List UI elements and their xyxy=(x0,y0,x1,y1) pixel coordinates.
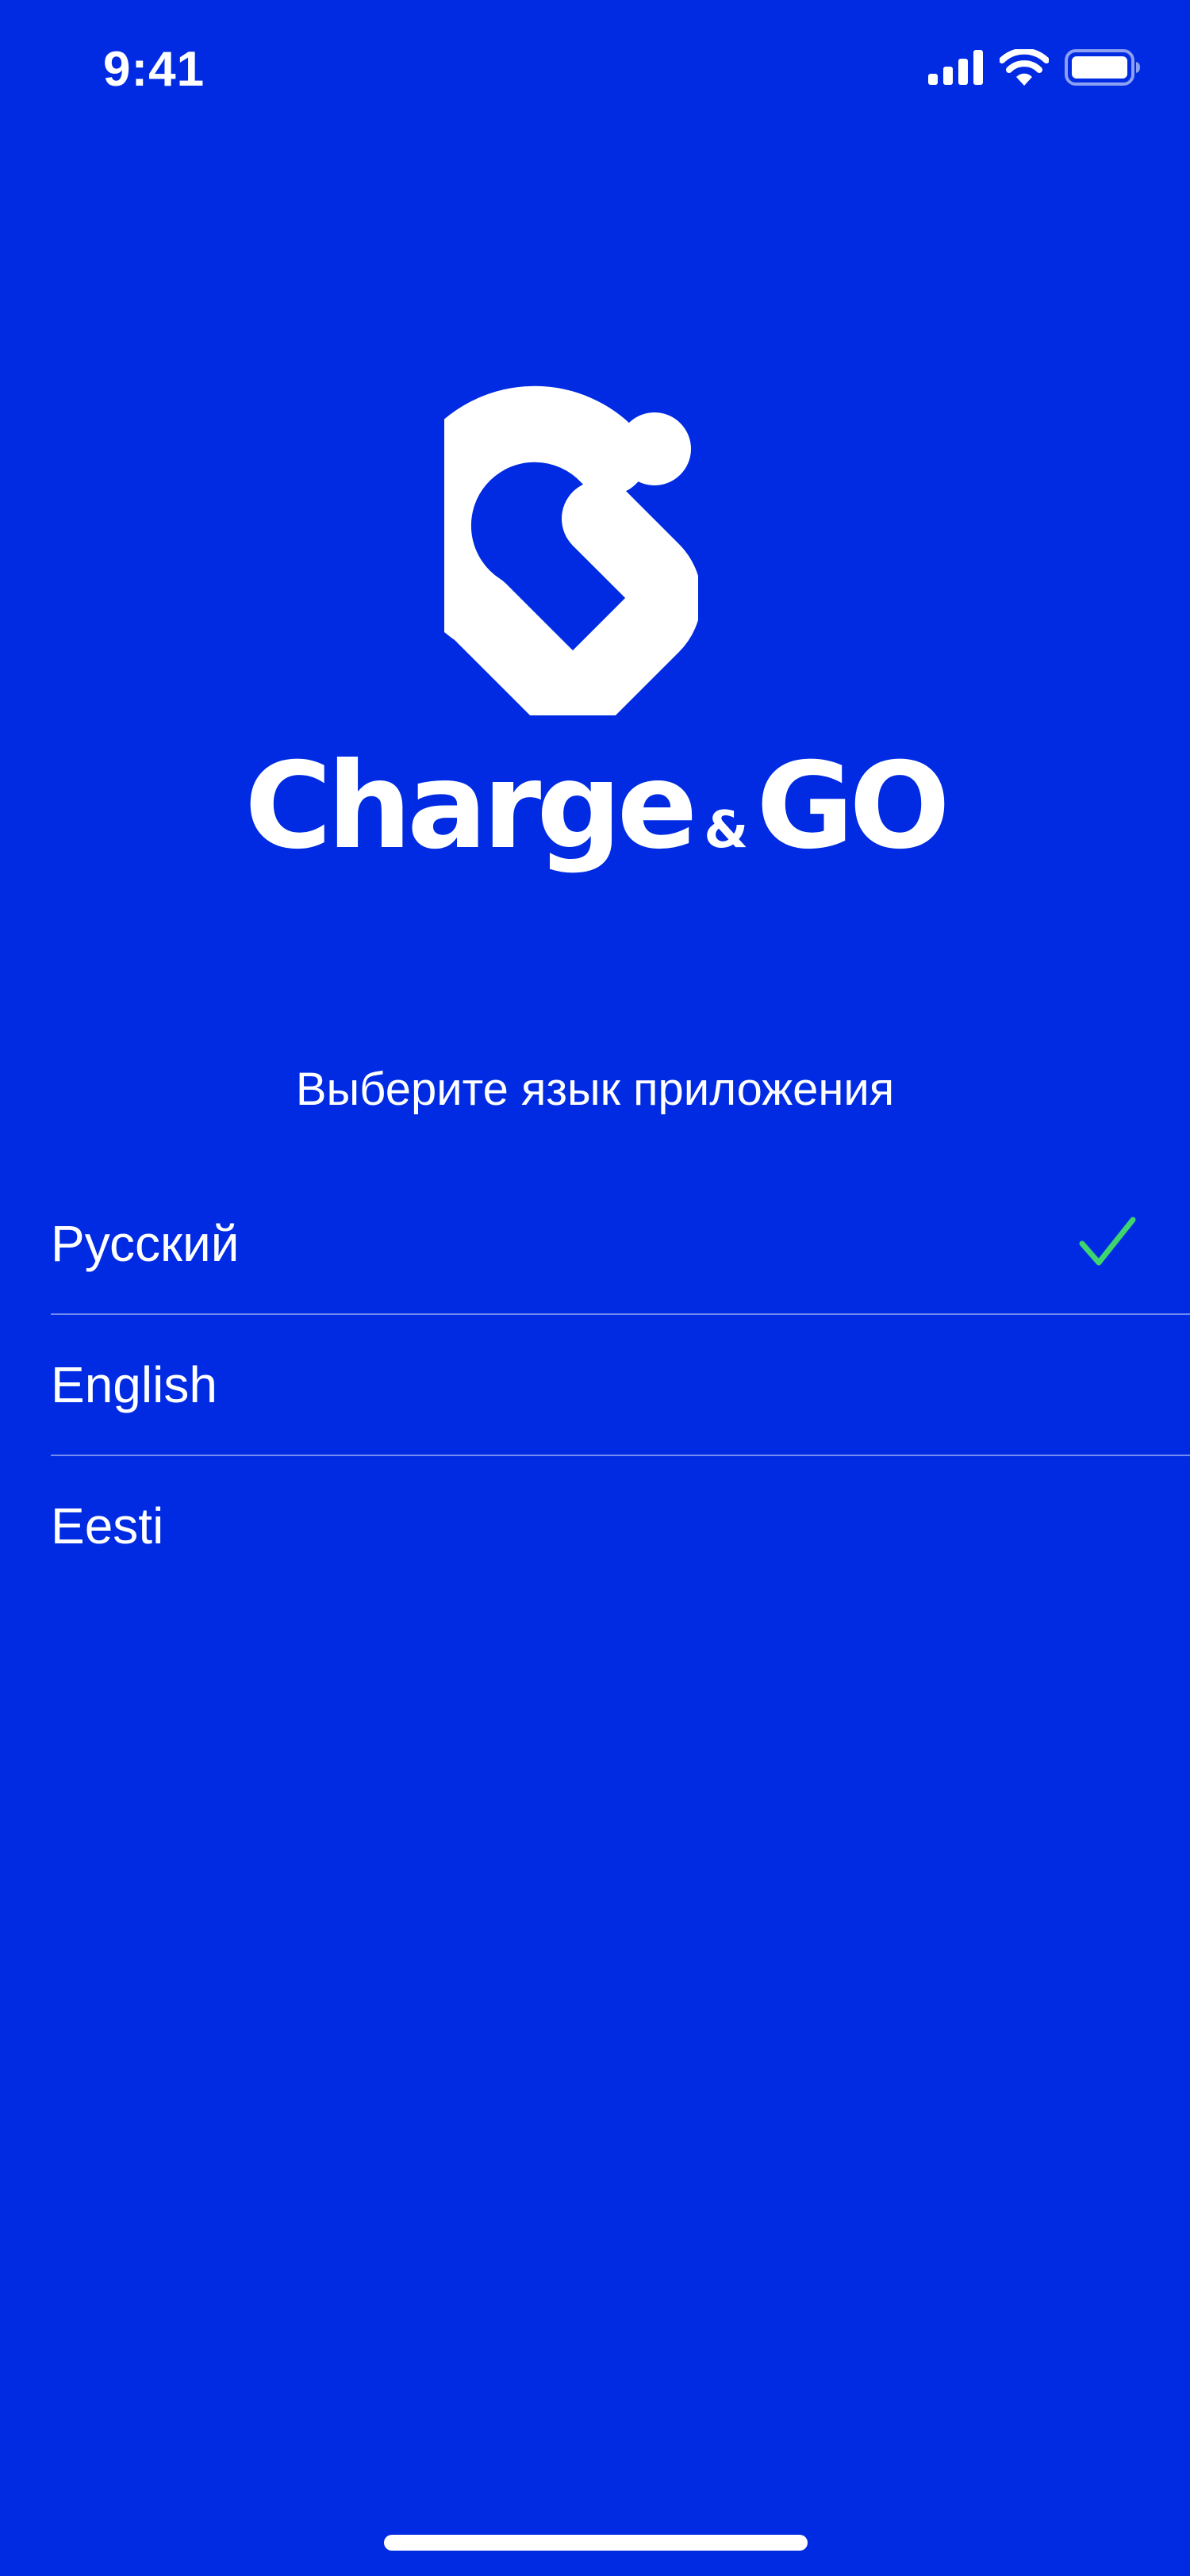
language-prompt: Выберите язык приложения xyxy=(295,1064,895,1115)
language-option-russian[interactable]: Русский xyxy=(51,1174,1190,1313)
wifi-icon xyxy=(1000,49,1049,86)
brand-word-go: GO xyxy=(756,738,950,876)
language-option-english[interactable]: English xyxy=(51,1313,1190,1455)
language-option-estonian[interactable]: Eesti xyxy=(51,1455,1190,1596)
battery-icon xyxy=(1065,49,1140,86)
language-list: Русский English Eesti xyxy=(51,1174,1190,1596)
status-time: 9:41 xyxy=(103,42,205,97)
language-option-label: Русский xyxy=(51,1215,240,1272)
charge-and-go-logo xyxy=(444,385,698,715)
language-option-label: English xyxy=(51,1356,217,1413)
brand-word-charge: Charge xyxy=(244,738,697,876)
language-option-label: Eesti xyxy=(51,1497,164,1554)
brand-wordmark: Charge &GO xyxy=(0,738,1190,876)
status-icons xyxy=(928,49,1141,86)
cellular-signal-icon xyxy=(928,50,983,85)
brand-ampersand: & xyxy=(704,801,749,860)
home-indicator[interactable] xyxy=(384,2535,808,2551)
status-bar: 9:41 xyxy=(0,0,1190,143)
checkmark-icon xyxy=(1079,1217,1136,1266)
